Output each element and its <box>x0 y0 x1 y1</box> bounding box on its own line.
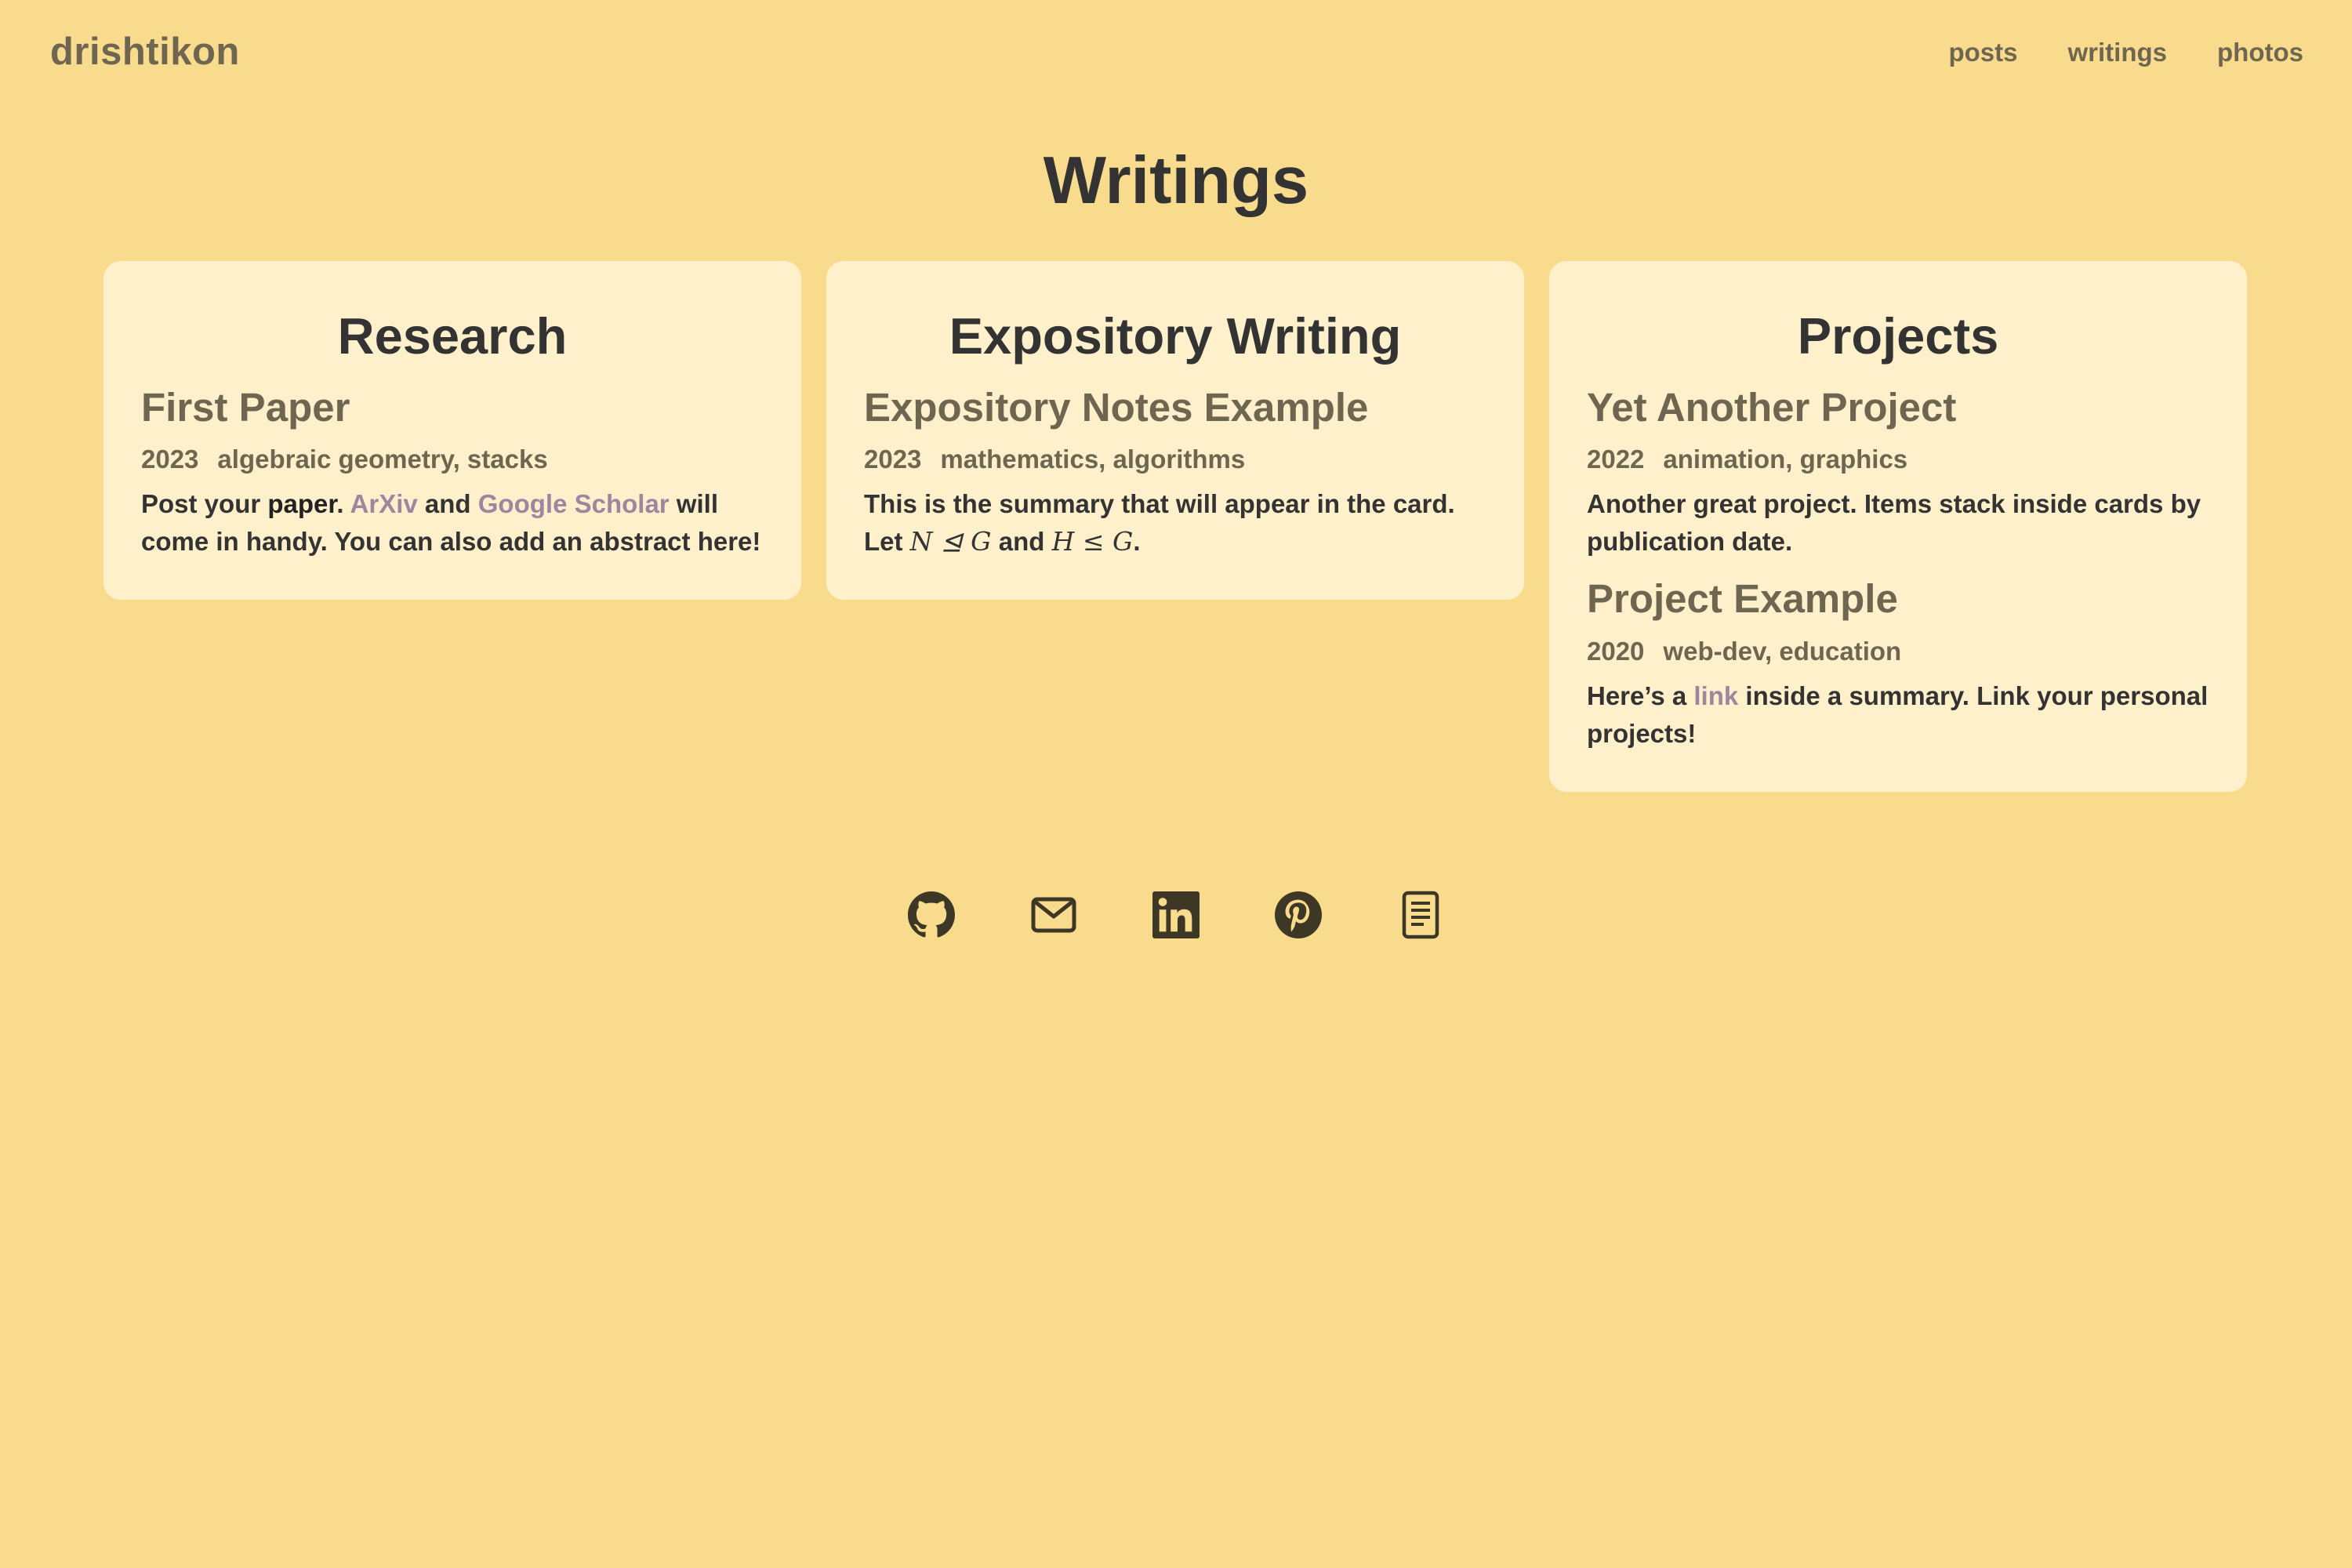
entry-meta: 2023 algebraic geometry, stacks <box>141 441 764 477</box>
arxiv-link[interactable]: ArXiv <box>350 489 418 518</box>
summary-text: . <box>1133 527 1141 557</box>
linkedin-icon <box>1152 891 1200 938</box>
entry-tags: animation, graphics <box>1663 445 1908 474</box>
main-nav: posts writings photos <box>1948 38 2303 67</box>
entry-project-example: Project Example 2020 web-dev, education … <box>1587 576 2209 753</box>
summary-text: . <box>336 489 350 519</box>
card-projects: Projects Yet Another Project 2022 animat… <box>1549 261 2247 792</box>
entry-title[interactable]: First Paper <box>141 385 764 431</box>
mail-icon <box>1031 897 1076 933</box>
nav-link-posts[interactable]: posts <box>1948 38 2017 67</box>
summary-text: Post your <box>141 489 268 519</box>
entry-expository-notes: Expository Notes Example 2023 mathematic… <box>864 385 1486 561</box>
github-icon <box>908 891 955 938</box>
summary-bold-text: paper <box>267 489 337 519</box>
site-header: drishtikon posts writings photos <box>0 0 2352 110</box>
github-link[interactable] <box>908 890 955 940</box>
social-links <box>0 890 2352 940</box>
card-title: Research <box>337 307 568 365</box>
entry-year: 2020 <box>1587 636 1645 666</box>
card-title: Expository Writing <box>949 307 1402 365</box>
google-scholar-link[interactable]: Google Scholar <box>478 489 670 518</box>
card-title: Projects <box>1797 307 1999 365</box>
page-title: Writings <box>1043 143 1309 218</box>
entry-year: 2023 <box>864 445 922 474</box>
entry-tags: web-dev, education <box>1663 636 1902 666</box>
card-expository-writing: Expository Writing Expository Notes Exam… <box>826 261 1524 601</box>
document-icon <box>1402 891 1439 939</box>
project-link[interactable]: link <box>1693 681 1738 710</box>
cv-link[interactable] <box>1397 890 1444 940</box>
entry-summary: Post your paper. ArXiv and Google Schola… <box>141 485 764 561</box>
entry-meta: 2020 web-dev, education <box>1587 633 2209 670</box>
card-research: Research First Paper 2023 algebraic geom… <box>103 261 801 601</box>
email-link[interactable] <box>1030 890 1077 940</box>
entry-meta: 2022 animation, graphics <box>1587 441 2209 477</box>
entry-title[interactable]: Project Example <box>1587 576 2209 622</box>
summary-text: and <box>417 489 478 519</box>
entry-meta: 2023 mathematics, algorithms <box>864 441 1486 477</box>
pinterest-link[interactable] <box>1275 890 1322 940</box>
entry-first-paper: First Paper 2023 algebraic geometry, sta… <box>141 385 764 561</box>
entry-summary: This is the summary that will appear in … <box>864 485 1486 561</box>
entry-yet-another-project: Yet Another Project 2022 animation, grap… <box>1587 385 2209 561</box>
entry-tags: algebraic geometry, stacks <box>217 445 548 474</box>
entry-title[interactable]: Expository Notes Example <box>864 385 1486 431</box>
entry-title[interactable]: Yet Another Project <box>1587 385 2209 431</box>
math-expression: H ≤ G <box>1051 526 1134 557</box>
site-title-link[interactable]: drishtikon <box>50 30 240 74</box>
summary-text: Here’s a <box>1587 681 1694 710</box>
summary-text: and <box>991 527 1052 557</box>
entry-year: 2023 <box>141 445 199 474</box>
nav-link-photos[interactable]: photos <box>2217 38 2303 67</box>
math-expression: N ⊴ G <box>909 526 992 557</box>
entry-summary: Here’s a link inside a summary. Link you… <box>1587 677 2209 753</box>
entry-summary: Another great project. Items stack insid… <box>1587 489 2201 557</box>
entry-tags: mathematics, algorithms <box>940 445 1246 474</box>
cards-grid: Research First Paper 2023 algebraic geom… <box>103 261 2249 792</box>
linkedin-link[interactable] <box>1152 890 1200 940</box>
nav-link-writings[interactable]: writings <box>2068 38 2168 67</box>
pinterest-icon <box>1275 891 1322 938</box>
entry-year: 2022 <box>1587 445 1645 474</box>
